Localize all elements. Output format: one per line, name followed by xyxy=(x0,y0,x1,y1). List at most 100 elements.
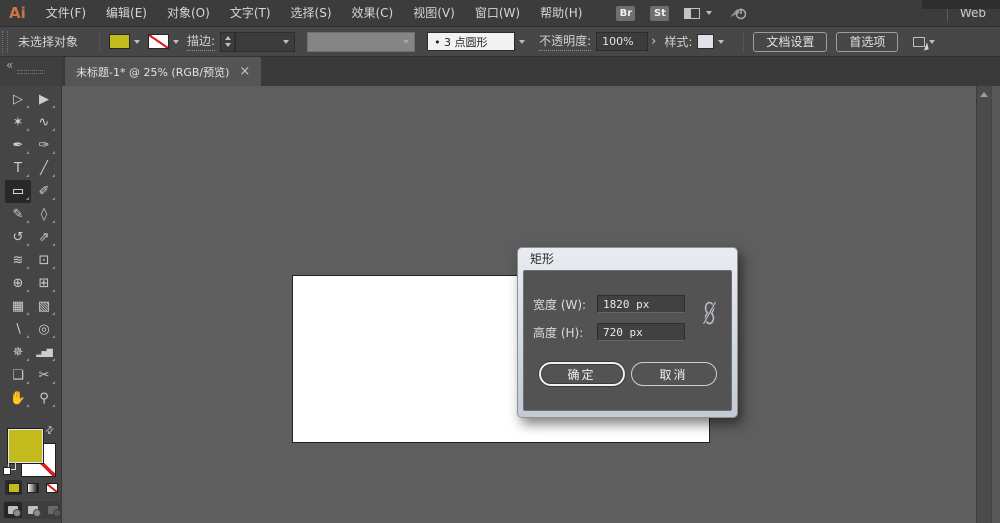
free-transform-icon: ⊡ xyxy=(38,253,50,268)
collapse-panel-icon[interactable]: « xyxy=(6,58,13,72)
blend-icon: ◎ xyxy=(38,322,50,337)
tool-free-transform[interactable]: ⊡ xyxy=(31,249,57,272)
tool-gradient[interactable]: ▧ xyxy=(31,295,57,318)
tool-selection[interactable]: ▷ xyxy=(5,88,31,111)
style-label: 样式: xyxy=(664,34,693,49)
stroke-weight-stepper[interactable] xyxy=(220,31,236,52)
style-dropdown-chevron-icon[interactable] xyxy=(718,39,725,44)
type-icon: T xyxy=(14,161,22,176)
menu-item[interactable]: 编辑(E) xyxy=(96,0,157,26)
tool-pen[interactable]: ✒ xyxy=(5,134,31,157)
opacity-field[interactable]: 100% xyxy=(596,32,649,51)
gpu-performance-icon[interactable] xyxy=(728,6,748,21)
chevron-down-icon xyxy=(283,39,290,44)
tool-zoom[interactable]: ⚲ xyxy=(31,387,57,410)
constrain-proportions-icon[interactable] xyxy=(702,299,717,327)
stock-button[interactable]: St xyxy=(650,5,670,21)
tool-grid: ▷ ▶ ✶ ∿ ✒ ✑ T ╱ ▭ ✐ ✎ ◊ ↺ ⇗ ≋ ⊡ ⊕ ⊞ ▦ ▧ ∖ ◎ ✵ ▂▅▇ ❏ ✂ ✋ ⚲ xyxy=(5,88,61,410)
arrange-documents-icon xyxy=(684,7,701,19)
vertical-scrollbar[interactable] xyxy=(976,86,991,523)
step-down-icon xyxy=(224,43,231,47)
stroke-color-dropdown[interactable] xyxy=(148,34,180,49)
tool-magic-wand[interactable]: ✶ xyxy=(5,111,31,134)
variable-width-profile-dropdown xyxy=(307,31,416,52)
panel-grip[interactable] xyxy=(17,70,45,74)
preferences-button[interactable]: 首选项 xyxy=(836,31,899,52)
tool-mesh[interactable]: ▦ xyxy=(5,295,31,318)
stroke-weight-label[interactable]: 描边: xyxy=(187,32,216,51)
step-up-icon xyxy=(224,36,231,40)
close-tab-icon[interactable]: × xyxy=(239,65,250,78)
tool-paintbrush[interactable]: ✐ xyxy=(31,180,57,203)
menu-item[interactable]: 帮助(H) xyxy=(530,0,592,26)
tool-eraser[interactable]: ◊ xyxy=(31,203,57,226)
lasso-icon: ∿ xyxy=(38,115,50,130)
ok-button[interactable]: 确定 xyxy=(538,362,625,386)
scroll-up-icon[interactable] xyxy=(980,92,988,97)
width-input[interactable] xyxy=(597,295,685,313)
panel-grip[interactable] xyxy=(2,30,8,53)
tool-artboard[interactable]: ❏ xyxy=(5,364,31,387)
style-swatch[interactable] xyxy=(697,34,715,49)
dialog-body: 宽度 (W): 高度 (H): 确定 取消 xyxy=(523,270,732,411)
menu-item[interactable]: 效果(C) xyxy=(342,0,404,26)
chevron-down-icon[interactable] xyxy=(929,39,936,44)
menu-item[interactable]: 窗口(W) xyxy=(465,0,530,26)
tool-type[interactable]: T xyxy=(5,157,31,180)
tool-shape-builder[interactable]: ⊕ xyxy=(5,272,31,295)
none-button[interactable] xyxy=(43,480,60,495)
tool-blend[interactable]: ◎ xyxy=(31,318,57,341)
height-input[interactable] xyxy=(597,323,685,341)
tool-rectangle[interactable]: ▭ xyxy=(5,180,31,203)
tool-line-segment[interactable]: ╱ xyxy=(31,157,57,180)
draw-behind-button[interactable] xyxy=(24,502,42,518)
tool-eyedropper[interactable]: ∖ xyxy=(5,318,31,341)
tool-perspective-grid[interactable]: ⊞ xyxy=(31,272,57,295)
fill-color-indicator[interactable] xyxy=(7,428,44,464)
tool-slice[interactable]: ✂ xyxy=(31,364,57,387)
color-icon xyxy=(7,482,20,493)
color-button[interactable] xyxy=(5,480,22,495)
align-options-icon[interactable] xyxy=(913,36,926,47)
menu-item[interactable]: 选择(S) xyxy=(281,0,342,26)
stroke-weight-dropdown[interactable] xyxy=(235,31,296,52)
tool-hand[interactable]: ✋ xyxy=(5,387,31,410)
separator xyxy=(99,31,101,52)
menu-items: 文件(F) 编辑(E) 对象(O) 文字(T) 选择(S) 效果(C) 视图(V) 窗口(W)… xyxy=(36,0,593,26)
opacity-expand-icon[interactable]: › xyxy=(651,34,656,49)
eyedropper-icon: ∖ xyxy=(13,322,23,337)
document-tab[interactable]: 未标题-1* @ 25% (RGB/预览) × xyxy=(65,57,262,86)
tool-width[interactable]: ≋ xyxy=(5,249,31,272)
swap-fill-stroke-icon[interactable]: ⇄ xyxy=(43,424,57,438)
draw-behind-icon xyxy=(28,506,41,517)
tool-pencil[interactable]: ✎ xyxy=(5,203,31,226)
draw-normal-button[interactable] xyxy=(4,502,22,518)
fill-color-dropdown[interactable] xyxy=(109,34,141,49)
menu-item[interactable]: 视图(V) xyxy=(403,0,465,26)
opacity-label[interactable]: 不透明度: xyxy=(539,32,592,51)
gradient-button[interactable] xyxy=(24,480,41,495)
bridge-button[interactable]: Br xyxy=(616,5,636,21)
toolbar-panel-header: « xyxy=(0,57,62,86)
tool-curvature[interactable]: ✑ xyxy=(31,134,57,157)
width-icon: ≋ xyxy=(12,253,24,268)
dialog-title[interactable]: 矩形 xyxy=(518,248,737,270)
tool-column-graph[interactable]: ▂▅▇ xyxy=(31,341,57,364)
tool-rotate[interactable]: ↺ xyxy=(5,226,31,249)
chevron-down-icon xyxy=(134,39,141,44)
direct-selection-icon: ▶ xyxy=(39,92,49,107)
pen-icon: ✒ xyxy=(12,138,24,153)
default-fill-stroke-icon[interactable] xyxy=(3,462,16,475)
tool-lasso[interactable]: ∿ xyxy=(31,111,57,134)
document-setup-button[interactable]: 文档设置 xyxy=(753,31,828,52)
brush-definition-dropdown[interactable] xyxy=(515,32,529,51)
tool-scale[interactable]: ⇗ xyxy=(31,226,57,249)
cancel-button[interactable]: 取消 xyxy=(630,362,717,386)
menu-item[interactable]: 文件(F) xyxy=(36,0,96,26)
menu-item[interactable]: 文字(T) xyxy=(220,0,281,26)
menu-item[interactable]: 对象(O) xyxy=(157,0,220,26)
brush-definition-field[interactable]: • 3 点圆形 xyxy=(427,32,516,51)
arrange-documents-button[interactable] xyxy=(684,7,713,19)
tool-symbol-sprayer[interactable]: ✵ xyxy=(5,341,31,364)
tool-direct-selection[interactable]: ▶ xyxy=(31,88,57,111)
